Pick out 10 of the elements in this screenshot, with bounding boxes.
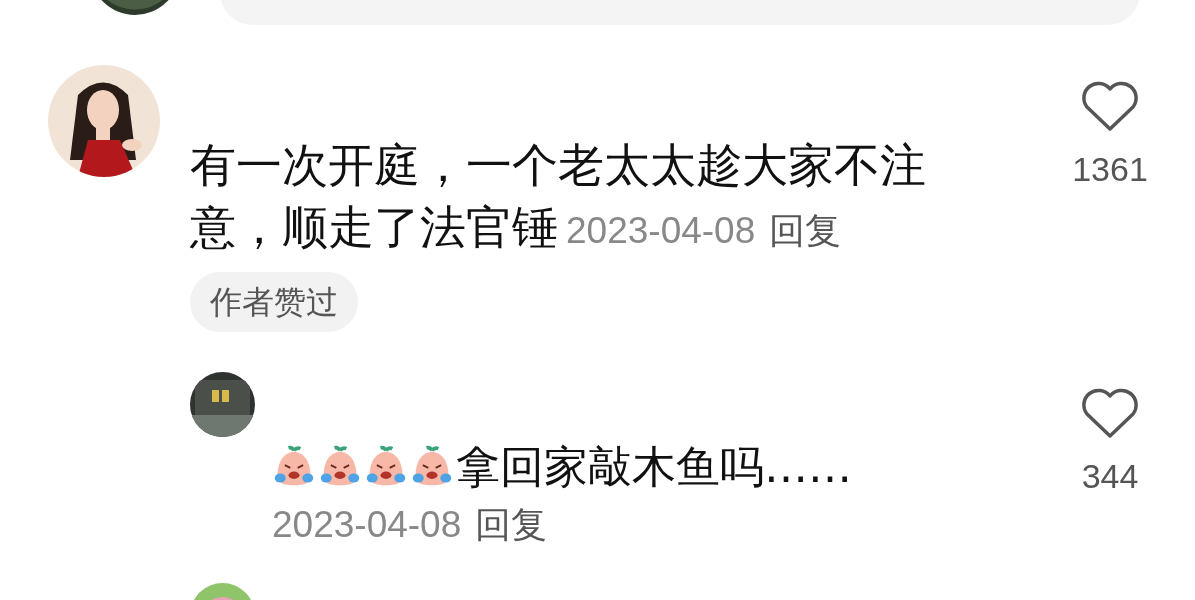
comment-date: 2023-04-08 — [566, 209, 756, 253]
reply-link[interactable]: 回复 — [769, 200, 842, 262]
like-count: 344 — [1081, 457, 1139, 496]
comment-text: 有一次开庭，一个老太太趁大家不注 — [190, 137, 926, 194]
like-count: 1361 — [1072, 150, 1148, 189]
reply-link[interactable]: 回复 — [475, 500, 548, 550]
reply-date: 2023-04-08 — [272, 504, 462, 546]
reply-text: 拿回家敲木鱼吗…… — [456, 439, 852, 494]
author-liked-tag: 作者赞过 — [190, 272, 358, 332]
comment-text: 意，顺走了法官锤 — [190, 199, 558, 256]
